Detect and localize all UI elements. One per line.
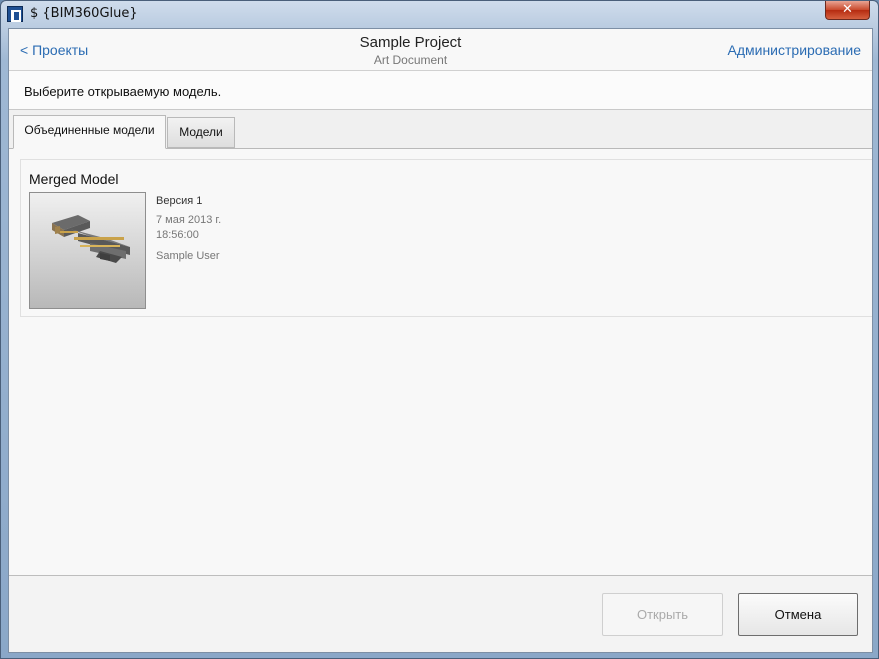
project-title: Sample Project xyxy=(359,34,462,51)
model-thumbnail[interactable] xyxy=(29,192,146,309)
close-button[interactable]: ✕ xyxy=(825,1,870,20)
model-version: Версия 1 xyxy=(156,195,203,207)
project-subtitle: Art Document xyxy=(373,53,448,67)
tab-models[interactable]: Модели xyxy=(167,117,235,148)
building-model-image xyxy=(52,215,130,263)
model-date: 7 мая 2013 г. xyxy=(156,214,222,226)
open-button[interactable]: Открыть xyxy=(602,593,723,636)
app-window: $ {BIM360Glue} ✕ < Проекты Sample Projec… xyxy=(0,0,879,659)
model-list: Merged Model Версия 1 7 мая 2013 г. 18:5… xyxy=(9,149,872,576)
tab-merged-models[interactable]: Объединенные модели xyxy=(13,115,166,149)
header-bar: < Проекты Sample Project Art Document Ад… xyxy=(9,29,872,71)
dialog-client-area: < Проекты Sample Project Art Document Ад… xyxy=(8,28,873,653)
model-time: 18:56:00 xyxy=(156,229,199,241)
tab-strip: Объединенные модели Модели xyxy=(9,110,872,149)
close-icon: ✕ xyxy=(842,2,853,17)
app-icon xyxy=(7,6,23,22)
model-card[interactable]: Merged Model Версия 1 7 мая 2013 г. 18:5… xyxy=(20,159,872,317)
window-title: $ {BIM360Glue} xyxy=(30,6,138,21)
title-bar[interactable]: $ {BIM360Glue} ✕ xyxy=(1,1,878,27)
cancel-button[interactable]: Отмена xyxy=(738,593,858,636)
prompt-bar: Выберите открываемую модель. xyxy=(9,71,872,110)
prompt-text: Выберите открываемую модель. xyxy=(24,84,222,99)
model-user: Sample User xyxy=(156,250,220,262)
footer-bar: Открыть Отмена xyxy=(9,576,872,652)
administration-link[interactable]: Администрирование xyxy=(728,42,862,58)
model-name: Merged Model xyxy=(29,171,119,187)
